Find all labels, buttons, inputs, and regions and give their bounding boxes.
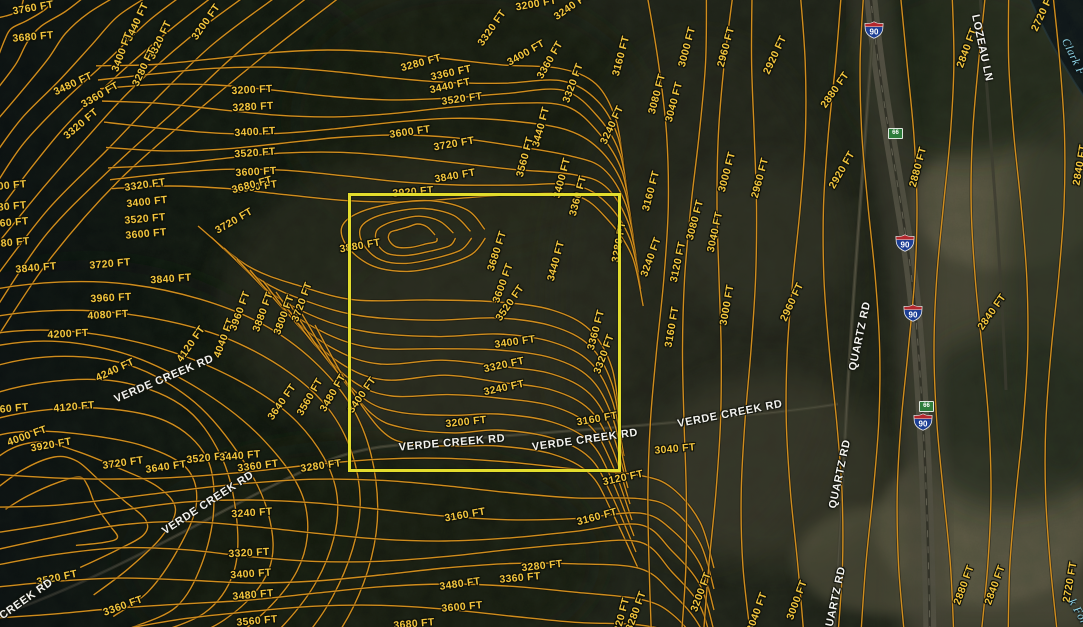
parcel-boundary-box[interactable]: [348, 193, 621, 472]
map-canvas[interactable]: 3760 FT3680 FT3440 FT3400 FT3320 FT3280 …: [0, 0, 1083, 627]
interstate-number: 90: [901, 241, 910, 250]
mile-marker-icon: 66: [919, 401, 934, 412]
interstate-90-shield: 90: [903, 304, 923, 322]
mile-marker-icon: 66: [888, 128, 903, 139]
interstate-number: 90: [870, 28, 879, 37]
interstate-number: 90: [909, 311, 918, 320]
interstate-90-shield: 90: [913, 413, 933, 431]
interstate-90-shield: 90: [864, 21, 884, 39]
interstate-number: 90: [919, 420, 928, 429]
interstate-90-shield: 90: [895, 234, 915, 252]
